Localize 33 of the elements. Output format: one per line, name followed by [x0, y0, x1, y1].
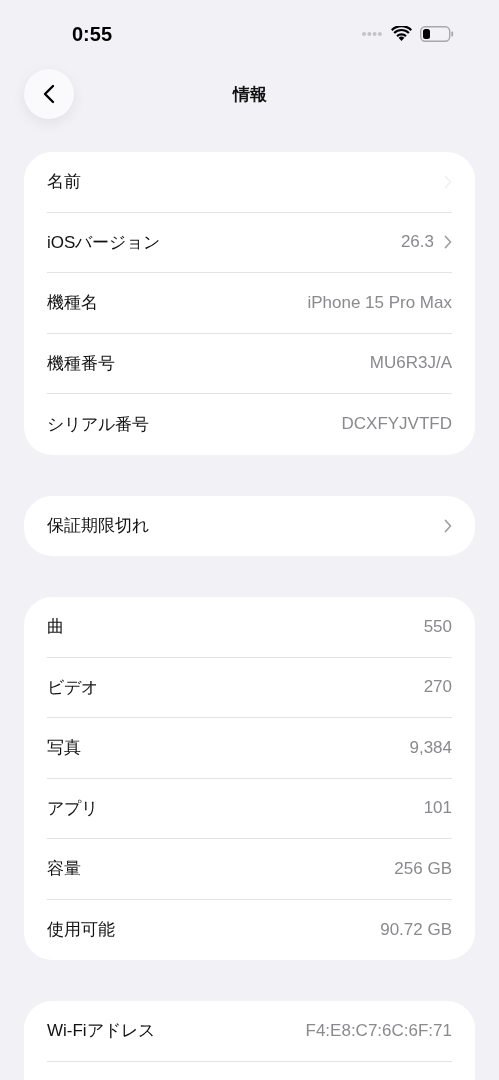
chevron-left-icon — [43, 84, 55, 104]
row-label: 写真 — [47, 737, 82, 760]
chevron-right-icon[interactable] — [444, 518, 452, 533]
row-label: 機種番号 — [47, 352, 116, 375]
row-label: 機種名 — [47, 292, 99, 315]
row-value: F4:E8:C7:6C:6F:71 — [305, 1020, 452, 1041]
row-value: 256 GB — [394, 858, 452, 879]
row-value: 550 — [423, 616, 452, 637]
row-label: シリアル番号 — [47, 413, 150, 436]
row-label: 名前 — [47, 171, 82, 194]
row-value: 101 — [423, 798, 452, 819]
status-time: 0:55 — [72, 22, 113, 46]
row-value: 90.72 GB — [380, 919, 452, 940]
row-label: 容量 — [47, 858, 82, 881]
row-label: アプリ — [47, 797, 99, 820]
wifi-icon — [391, 26, 412, 42]
chevron-right-icon[interactable] — [444, 235, 452, 250]
row-label: 曲 — [47, 616, 65, 639]
row-label: iOSバージョン — [47, 231, 162, 254]
battery-icon — [420, 26, 454, 42]
signal-icon — [361, 31, 383, 37]
row-value: 270 — [423, 677, 452, 698]
row-label: ビデオ — [47, 676, 99, 699]
row-value: iPhone 15 Pro Max — [307, 292, 452, 313]
row-label: 保証期限切れ — [47, 515, 150, 538]
back-button[interactable] — [24, 69, 74, 119]
page-title: 情報 — [232, 83, 267, 106]
row-value: MU6R3J/A — [369, 353, 452, 374]
row-label: Wi-Fiアドレス — [47, 1020, 156, 1043]
row-value: DCXFYJVTFD — [341, 414, 452, 435]
row-value: 26.3 — [400, 232, 434, 253]
row-value: 9,384 — [409, 737, 452, 758]
row-label: 使用可能 — [47, 919, 116, 942]
